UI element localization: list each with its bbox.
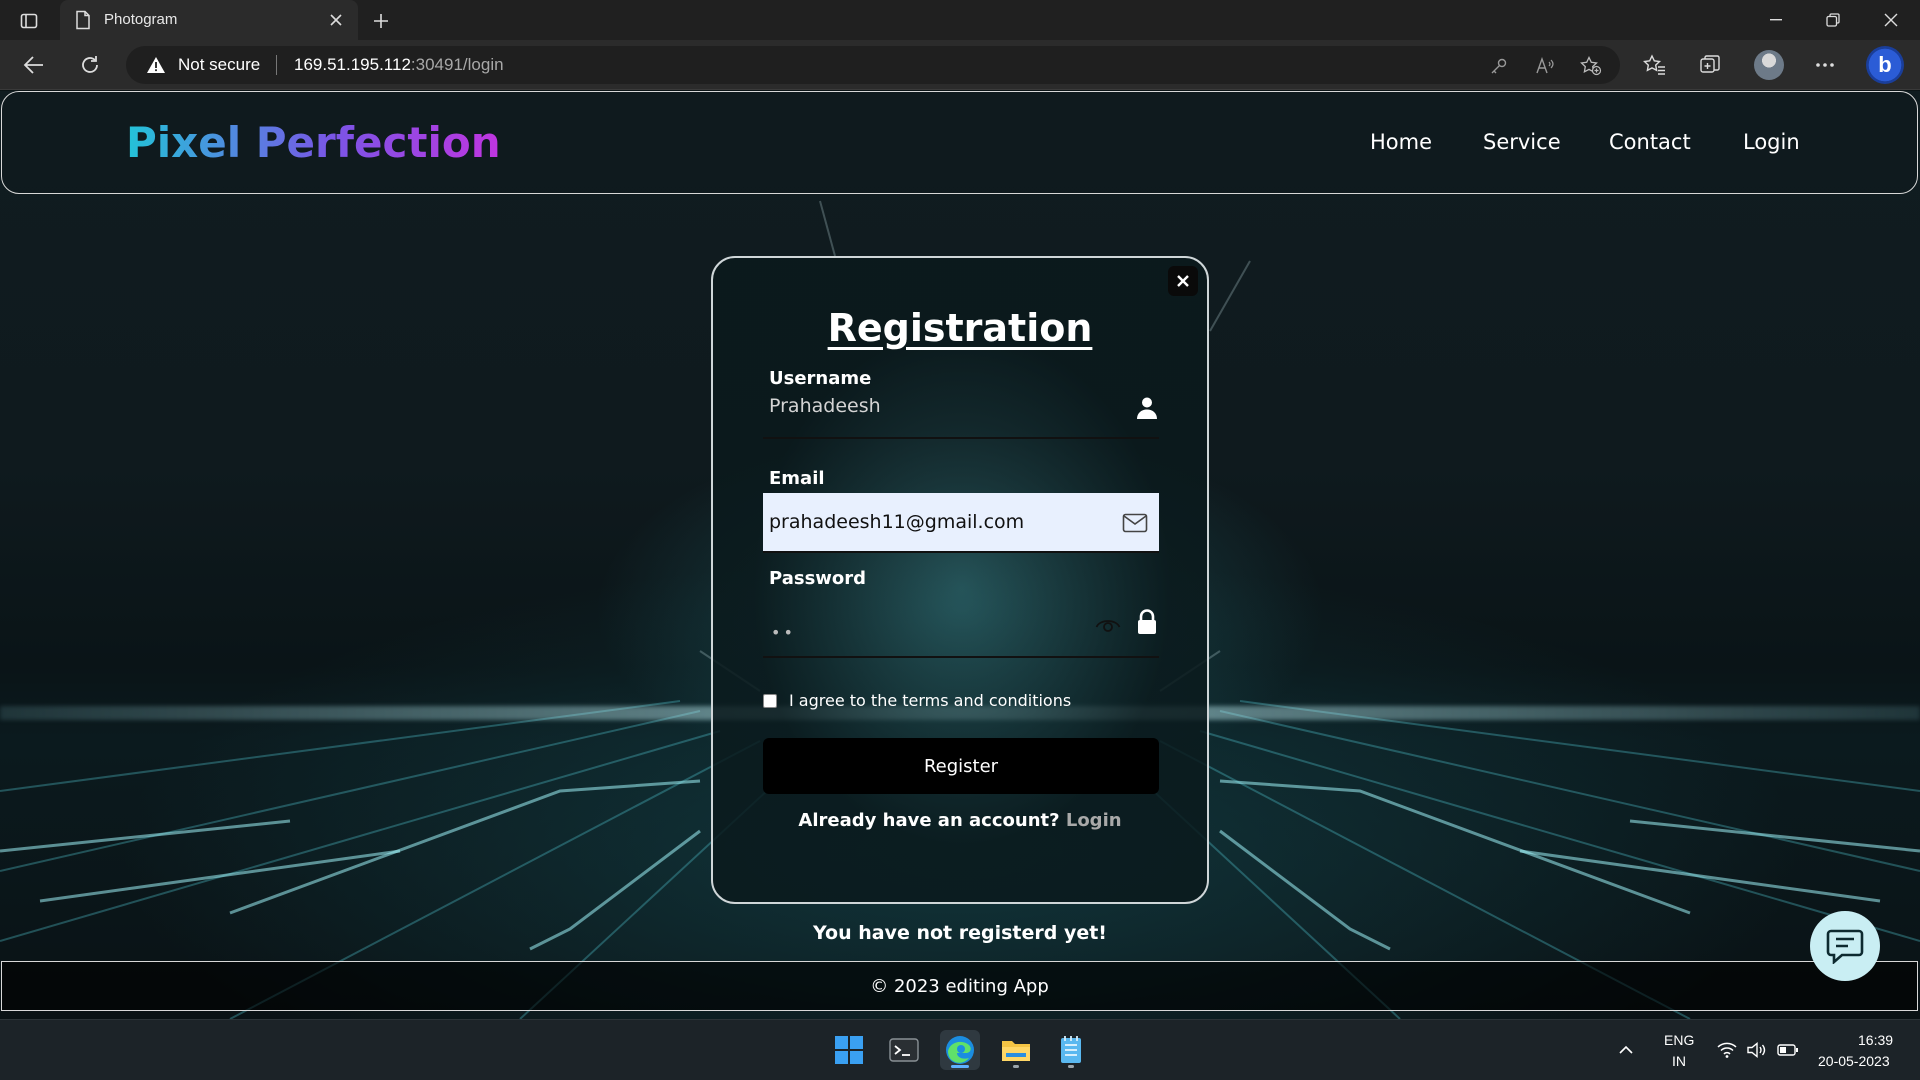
- bing-copilot-icon[interactable]: b: [1866, 46, 1904, 84]
- back-icon[interactable]: [20, 51, 48, 79]
- tab-title: Photogram: [104, 11, 178, 28]
- login-prompt: Already have an account? Login: [713, 810, 1207, 831]
- username-underline: [763, 437, 1159, 439]
- browser-tab-bar: Photogram: [0, 0, 1920, 40]
- terms-label[interactable]: I agree to the terms and conditions: [789, 691, 1071, 710]
- eye-icon[interactable]: [1094, 610, 1122, 638]
- language-bottom[interactable]: IN: [1672, 1053, 1686, 1069]
- edge-browser-icon[interactable]: [940, 1030, 980, 1070]
- taskbar: ENG IN 16:39 20-05-2023: [0, 1019, 1920, 1080]
- more-options-icon[interactable]: [1812, 52, 1838, 78]
- footer-text: © 2023 editing App: [870, 975, 1049, 997]
- password-input[interactable]: ••: [771, 623, 796, 642]
- language-top[interactable]: ENG: [1664, 1032, 1694, 1048]
- close-icon[interactable]: [1168, 266, 1198, 296]
- active-indicator: [951, 1065, 969, 1068]
- clock-date[interactable]: 20-05-2023: [1818, 1053, 1890, 1069]
- user-icon: [1133, 394, 1161, 422]
- address-bar[interactable]: Not secure 169.51.195.112:30491/login: [126, 46, 1620, 84]
- brand-logo[interactable]: Pixel Perfection: [126, 118, 501, 167]
- password-underline: [763, 656, 1159, 658]
- page-icon: [74, 10, 94, 30]
- email-input[interactable]: prahadeesh11@gmail.com: [763, 493, 1159, 553]
- start-icon[interactable]: [829, 1030, 869, 1070]
- wifi-icon[interactable]: [1714, 1030, 1740, 1070]
- registration-modal: Registration Username Prahadeesh Email p…: [711, 256, 1209, 904]
- volume-icon[interactable]: [1744, 1030, 1770, 1070]
- security-label[interactable]: Not secure: [178, 55, 260, 75]
- login-link[interactable]: Login: [1066, 810, 1122, 831]
- browser-tab[interactable]: Photogram: [60, 0, 358, 40]
- nav-login[interactable]: Login: [1743, 130, 1800, 154]
- lock-icon: [1133, 608, 1161, 636]
- notepad-icon[interactable]: [1051, 1030, 1091, 1070]
- separator: [276, 55, 277, 75]
- collections-icon[interactable]: [1697, 52, 1723, 78]
- tab-actions-icon[interactable]: [16, 8, 42, 34]
- register-button[interactable]: Register: [763, 738, 1159, 794]
- nav-service[interactable]: Service: [1483, 130, 1561, 154]
- restore-icon[interactable]: [1815, 6, 1851, 34]
- close-window-icon[interactable]: [1873, 6, 1909, 34]
- terminal-icon[interactable]: [884, 1030, 924, 1070]
- email-label: Email: [769, 468, 825, 489]
- terms-checkbox[interactable]: [763, 694, 777, 708]
- warning-icon[interactable]: [146, 56, 166, 74]
- chevron-up-icon[interactable]: [1612, 1030, 1640, 1070]
- url-host: 169.51.195.112: [294, 55, 411, 74]
- url-path: :30491/login: [410, 55, 504, 74]
- battery-icon[interactable]: [1774, 1030, 1802, 1070]
- password-label: Password: [769, 568, 867, 589]
- nav-home[interactable]: Home: [1370, 130, 1432, 154]
- site-header: Pixel Perfection Home Service Contact Lo…: [1, 91, 1918, 194]
- running-indicator: [1013, 1065, 1019, 1068]
- site-footer: © 2023 editing App: [1, 961, 1918, 1011]
- new-tab-icon[interactable]: [368, 8, 394, 34]
- favorites-icon[interactable]: [1642, 52, 1668, 78]
- add-favorite-icon[interactable]: [1580, 55, 1602, 77]
- url-text[interactable]: 169.51.195.112:30491/login: [294, 55, 504, 75]
- browser-toolbar: Not secure 169.51.195.112:30491/login b: [0, 40, 1920, 90]
- envelope-icon: [1121, 509, 1149, 537]
- tab-close-icon[interactable]: [326, 10, 346, 30]
- clock-time[interactable]: 16:39: [1858, 1032, 1893, 1048]
- modal-title: Registration: [827, 306, 1093, 350]
- running-indicator: [1068, 1065, 1074, 1068]
- have-account-text: Already have an account?: [798, 810, 1060, 831]
- username-label: Username: [769, 368, 872, 389]
- profile-avatar[interactable]: [1754, 50, 1784, 80]
- key-icon[interactable]: [1488, 55, 1510, 77]
- nav-contact[interactable]: Contact: [1609, 130, 1691, 154]
- read-aloud-icon[interactable]: [1534, 55, 1556, 77]
- page-viewport: Pixel Perfection Home Service Contact Lo…: [0, 91, 1920, 1019]
- refresh-icon[interactable]: [76, 51, 104, 79]
- chat-icon[interactable]: [1810, 911, 1880, 981]
- email-value: prahadeesh11@gmail.com: [769, 511, 1025, 533]
- status-message: You have not registerd yet!: [813, 922, 1107, 944]
- file-explorer-icon[interactable]: [996, 1030, 1036, 1070]
- minimize-icon[interactable]: [1758, 6, 1794, 34]
- username-input[interactable]: Prahadeesh: [769, 395, 881, 417]
